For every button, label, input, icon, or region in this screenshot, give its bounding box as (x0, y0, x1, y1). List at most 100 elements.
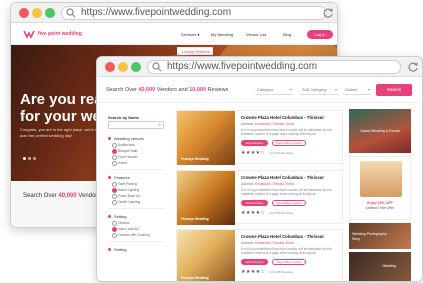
logo-text: five point wedding (38, 31, 82, 37)
vendor-address: Address: Ernakulam, Thrissur, Kerla (241, 241, 294, 245)
divider (108, 169, 164, 170)
filter-option[interactable]: Onsite Catering (112, 200, 140, 205)
pager-dot[interactable] (28, 157, 31, 160)
pager-dot[interactable] (23, 157, 26, 160)
vendor-card[interactable]: Pranaya Wedding Crowne Plaza Hotel Colum… (176, 110, 343, 165)
front-browser-window: https://www.fivepointwedding.com Search … (96, 56, 423, 282)
chevron-down-icon: ▾ (197, 32, 200, 37)
search-bar-section: Search Over 40,000 Vendors and 10,000 Re… (97, 77, 422, 103)
minimize-window-button[interactable] (32, 8, 42, 18)
filter-option[interactable]: Hotels (112, 161, 127, 166)
vendor-address: Address: Ernakulam, Thrissur, Kerla (241, 122, 294, 126)
vendor-title[interactable]: Crowne Plaza Hotel Columbus - Thrissur (241, 115, 324, 120)
ads-column: Grand Wedding & Events Enjoy 20% OFF Lim… (349, 109, 417, 281)
site-navbar: five point wedding Services ▾ My Wedding… (11, 23, 337, 45)
filter-group-title: Setting (108, 247, 126, 252)
filter-option[interactable]: Outdoor with Covering (112, 233, 150, 238)
vendor-description: It is a long established fact that a rea… (241, 128, 332, 137)
vendor-card[interactable]: Pranaya Wedding Crowne Plaza Hotel Colum… (176, 229, 343, 281)
rating-stars: ★★★★☆ (241, 269, 266, 275)
hero-pager[interactable] (23, 147, 38, 165)
search-heading: Search Over 40,000 Vendors and 10,000 Re… (106, 87, 229, 93)
hero-title: Are you rea for your we (20, 91, 103, 125)
view-vendor-button[interactable]: View & Buy Vendor (272, 200, 306, 206)
address-bar[interactable]: https://www.fivepointwedding.com (147, 60, 401, 74)
rating-stars: ★★★★☆ (241, 210, 266, 216)
maximize-window-button[interactable] (45, 8, 55, 18)
minimize-window-button[interactable] (118, 62, 128, 72)
search-heading: Search Over 40,000 Vendors a (23, 193, 106, 199)
vendor-description: It is a long established fact that a rea… (241, 247, 332, 256)
vendor-card[interactable]: Pranaya Wedding Crowne Plaza Hotel Colum… (176, 170, 343, 225)
district-select[interactable]: District ▾ (343, 85, 371, 95)
reload-icon[interactable] (322, 7, 334, 19)
divider (108, 241, 164, 242)
category-select[interactable]: Category ▾ (255, 85, 293, 95)
filter-option[interactable]: Power Back Up (112, 194, 140, 199)
vendor-photo: Pranaya Wedding (177, 111, 235, 165)
ad-banner[interactable]: Grand Wedding & Events (349, 109, 411, 153)
view-vendor-button[interactable]: View & Buy Vendor (272, 140, 306, 146)
filter-option[interactable]: Indoor with A/C (112, 227, 140, 232)
ad-text: Enjoy 20% OFF (367, 201, 393, 205)
url-text: https://www.fivepointwedding.com (167, 61, 318, 72)
filter-option[interactable]: Valet Parking (112, 182, 137, 187)
photo-caption: Pranaya Wedding (181, 157, 209, 161)
filters-sidebar: Search by Name ⌕ Wedding venues Auditori… (106, 113, 170, 281)
ad-banner[interactable]: Wedding Photography Story (349, 223, 411, 249)
nav-my-wedding[interactable]: My Wedding (211, 32, 233, 37)
search-button[interactable]: Search (376, 84, 412, 96)
vendor-title[interactable]: Crowne Plaza Hotel Columbus - Thrissur (241, 175, 324, 180)
vendor-title[interactable]: Crowne Plaza Hotel Columbus - Thrissur (241, 234, 324, 239)
vendor-photo: Pranaya Wedding (177, 171, 235, 225)
send-enquiry-button[interactable]: Send Enquiry (241, 200, 268, 206)
vendor-description: It is a long established fact that a rea… (241, 188, 332, 197)
close-window-button[interactable] (105, 62, 115, 72)
search-icon: ⌕ (158, 122, 161, 128)
name-search-input[interactable]: ⌕ (108, 121, 164, 129)
send-enquiry-button[interactable]: Send Enquiry (241, 259, 268, 265)
subcategory-select[interactable]: Sub Category ▾ (300, 85, 338, 95)
ad-text: Limited Time Offer (365, 206, 395, 210)
chevron-down-icon: ▾ (289, 87, 292, 92)
filter-option[interactable]: Outdoor (112, 221, 130, 226)
browser-toolbar: https://www.fivepointwedding.com (97, 57, 422, 77)
vendor-photo: Pranaya Wedding (177, 230, 235, 281)
photo-caption: Pranaya Wedding (181, 217, 209, 221)
filter-group-title: Setting (108, 214, 126, 219)
url-text: https://www.fivepointwedding.com (81, 7, 232, 18)
send-enquiry-button[interactable]: Send Enquiry (241, 140, 268, 146)
pager-dot[interactable] (33, 157, 36, 160)
filter-option[interactable]: Auditoriums (112, 143, 135, 148)
filter-option[interactable]: Banquet Halls (112, 149, 138, 154)
search-icon (152, 62, 162, 72)
nav-vendor-list[interactable]: Vendor List (246, 32, 266, 37)
ad-text: Grand Wedding & Events (360, 129, 400, 133)
ad-banner[interactable]: Enjoy 20% OFF Limited Time Offer (349, 156, 411, 220)
divider (108, 208, 164, 209)
filter-group-title: Features (108, 175, 130, 180)
login-button[interactable]: Log In (307, 30, 333, 39)
browser-toolbar: https://www.fivepointwedding.com (11, 3, 337, 23)
services-dropdown-item[interactable]: Luxury Vendors (177, 47, 213, 55)
review-count: 4.0 (125 Reviews) (269, 151, 294, 155)
address-bar[interactable]: https://www.fivepointwedding.com (61, 6, 327, 20)
maximize-window-button[interactable] (131, 62, 141, 72)
search-by-name-label: Search by Name (108, 115, 140, 120)
logo-icon (23, 30, 35, 39)
nav-services[interactable]: Services ▾ (181, 32, 199, 37)
view-vendor-button[interactable]: View & Buy Vendor (272, 259, 306, 265)
ad-banner[interactable]: Wedding (349, 252, 411, 281)
reload-icon[interactable] (407, 61, 419, 73)
filter-option[interactable]: Farm Houses (112, 155, 137, 160)
ad-text: Wedding (382, 264, 396, 268)
chevron-down-icon: ▾ (367, 87, 370, 92)
nav-blog[interactable]: Blog (283, 32, 291, 37)
close-window-button[interactable] (19, 8, 29, 18)
review-count: 4.0 (125 Reviews) (269, 270, 294, 274)
chevron-down-icon: ▾ (334, 87, 337, 92)
search-icon (66, 8, 76, 18)
filter-option[interactable]: Indoor Lighting (112, 188, 139, 193)
vendor-address: Address: Ernakulam, Thrissur, Kerla (241, 182, 294, 186)
photo-caption: Pranaya Wedding (181, 276, 209, 280)
